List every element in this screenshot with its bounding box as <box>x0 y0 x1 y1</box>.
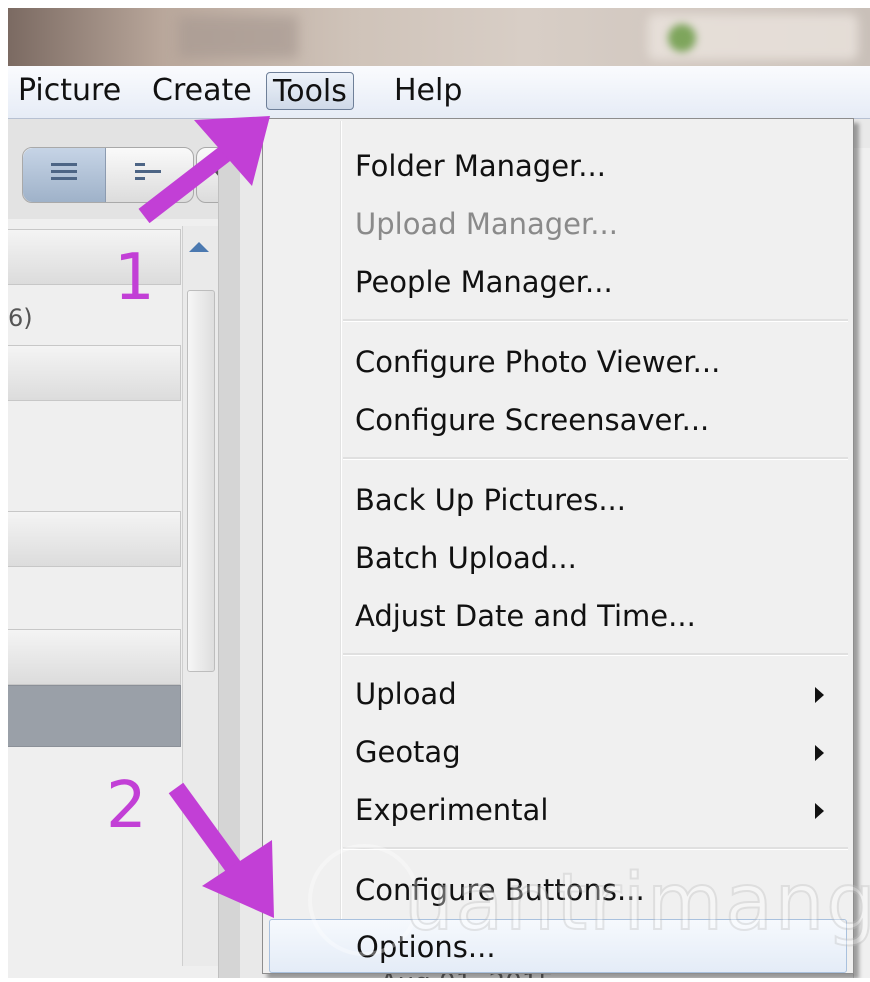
step-number-1: 1 <box>114 241 155 315</box>
arrow-2 <box>168 782 274 918</box>
step-number-2: 2 <box>106 769 147 843</box>
arrow-1 <box>138 116 270 224</box>
app-window: Picture Create Tools Help 6) Aug 01, 201… <box>8 8 870 978</box>
